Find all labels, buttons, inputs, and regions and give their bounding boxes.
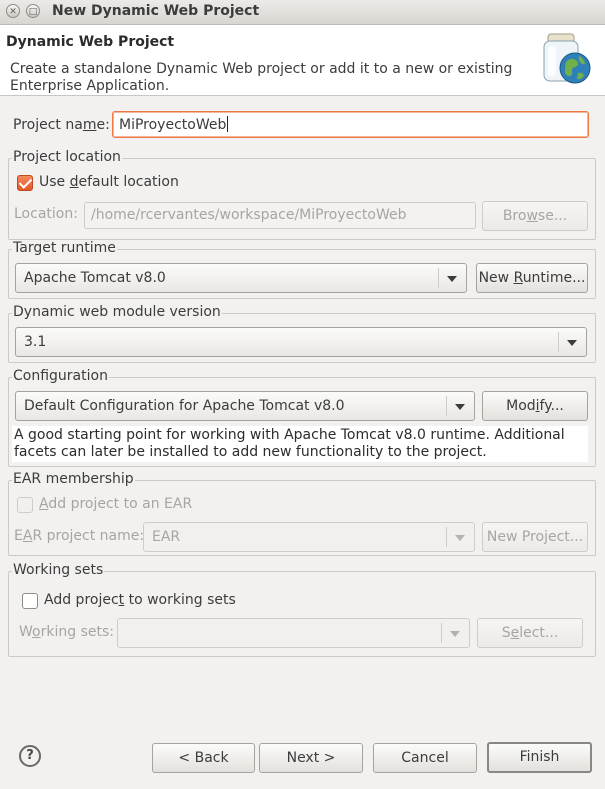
module-version-dropdown[interactable]: 3.1 bbox=[15, 327, 587, 357]
chevron-down-icon bbox=[455, 535, 465, 541]
ear-membership-group-label: EAR membership bbox=[12, 471, 135, 487]
add-to-ear-checkbox[interactable] bbox=[17, 497, 33, 513]
target-runtime-group-label: Target runtime bbox=[12, 240, 117, 256]
add-to-working-sets-checkbox[interactable] bbox=[22, 593, 38, 609]
target-runtime-dropdown[interactable]: Apache Tomcat v8.0 bbox=[15, 263, 467, 293]
title-bar: ✕ □ New Dynamic Web Project bbox=[0, 0, 605, 25]
location-input[interactable]: /home/rcervantes/workspace/MiProyectoWeb bbox=[84, 202, 476, 229]
module-version-group-label: Dynamic web module version bbox=[12, 304, 222, 320]
chevron-down-icon bbox=[450, 631, 460, 637]
use-default-location-label[interactable]: Use default location bbox=[39, 174, 179, 190]
working-sets-label: Working sets: bbox=[19, 624, 114, 640]
use-default-location-checkbox[interactable] bbox=[17, 175, 33, 191]
chevron-down-icon bbox=[447, 276, 457, 282]
add-to-working-sets-label[interactable]: Add project to working sets bbox=[44, 592, 236, 608]
location-label: Location: bbox=[14, 206, 78, 222]
cancel-button[interactable]: Cancel bbox=[373, 743, 477, 773]
close-window-icon[interactable]: ✕ bbox=[6, 4, 20, 18]
dropdown-separator bbox=[438, 268, 439, 288]
dropdown-separator bbox=[446, 527, 447, 547]
ear-project-name-label: EAR project name: bbox=[14, 528, 145, 544]
browse-button[interactable]: Browse... bbox=[482, 201, 588, 231]
wizard-banner: Dynamic Web Project Create a standalone … bbox=[0, 25, 605, 96]
window-title: New Dynamic Web Project bbox=[52, 3, 260, 19]
help-icon[interactable]: ? bbox=[19, 745, 41, 767]
wizard-page-description: Create a standalone Dynamic Web project … bbox=[10, 61, 513, 94]
working-sets-dropdown[interactable] bbox=[117, 618, 470, 648]
new-runtime-button[interactable]: New Runtime... bbox=[476, 263, 588, 293]
configuration-group-label: Configuration bbox=[12, 368, 109, 384]
project-location-group-label: Project location bbox=[12, 149, 122, 165]
web-project-wizard-icon bbox=[543, 33, 591, 84]
project-name-input[interactable]: MiProyectoWeb bbox=[112, 111, 589, 138]
add-to-ear-label[interactable]: Add project to an EAR bbox=[39, 496, 192, 512]
working-sets-group-label: Working sets bbox=[12, 562, 105, 578]
select-working-sets-button[interactable]: Select... bbox=[477, 618, 583, 648]
wizard-page-title: Dynamic Web Project bbox=[6, 34, 175, 50]
dropdown-separator bbox=[446, 396, 447, 416]
next-button[interactable]: Next > bbox=[259, 743, 363, 773]
maximize-window-icon[interactable]: □ bbox=[26, 4, 40, 18]
new-ear-project-button[interactable]: New Project... bbox=[482, 522, 588, 552]
ear-project-name-dropdown[interactable]: EAR bbox=[143, 522, 475, 552]
chevron-down-icon bbox=[567, 340, 577, 346]
finish-button[interactable]: Finish bbox=[487, 742, 592, 773]
text-caret bbox=[227, 116, 229, 132]
configuration-dropdown[interactable]: Default Configuration for Apache Tomcat … bbox=[15, 391, 475, 421]
project-name-label: Project name: bbox=[13, 117, 110, 133]
configuration-description: A good starting point for working with A… bbox=[12, 426, 588, 462]
dropdown-separator bbox=[441, 623, 442, 643]
dropdown-separator bbox=[558, 332, 559, 352]
back-button[interactable]: < Back bbox=[152, 743, 255, 773]
chevron-down-icon bbox=[455, 404, 465, 410]
modify-button[interactable]: Modify... bbox=[482, 391, 588, 421]
